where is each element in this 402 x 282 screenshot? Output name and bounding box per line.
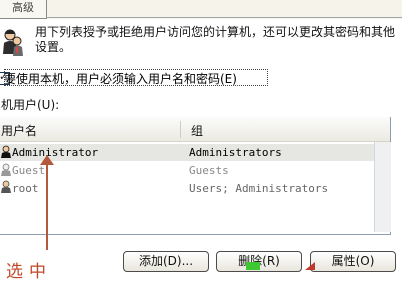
row-username: Administrator bbox=[12, 146, 99, 159]
green-arrow-mark bbox=[246, 262, 260, 270]
red-arrow-mark bbox=[305, 262, 315, 270]
users-icon bbox=[3, 29, 23, 56]
row-username: Guest bbox=[12, 164, 46, 177]
column-separator[interactable] bbox=[180, 121, 181, 138]
user-icon bbox=[1, 145, 11, 158]
add-user-button[interactable]: 添加(D)... bbox=[123, 251, 209, 272]
tab-advanced[interactable]: 高级 bbox=[0, 0, 47, 19]
row-username: root bbox=[12, 182, 39, 195]
tab-underline bbox=[46, 17, 402, 18]
annotation-arrow bbox=[46, 162, 48, 250]
annotation-arrow-head bbox=[40, 155, 54, 165]
row-group: Guests bbox=[189, 164, 229, 177]
row-group: Users; Administrators bbox=[189, 182, 329, 195]
column-header-group[interactable]: 组 bbox=[191, 122, 203, 139]
description-text: 用下列表授予或拒绝用户访问您的计算机，还可以更改其密码和其他设置。 bbox=[35, 25, 396, 54]
properties-button[interactable]: 属性(O) bbox=[310, 251, 396, 272]
require-password-label[interactable]: 要使用本机，用户必须输入用户名和密码(E) bbox=[4, 70, 237, 87]
row-group: Administrators bbox=[189, 146, 282, 159]
user-icon bbox=[1, 180, 11, 193]
users-list-caption: 机用户(U): bbox=[1, 98, 60, 112]
column-header-username[interactable]: 用户名 bbox=[1, 122, 37, 139]
user-icon bbox=[1, 163, 11, 176]
list-scrollbar[interactable] bbox=[374, 142, 391, 232]
